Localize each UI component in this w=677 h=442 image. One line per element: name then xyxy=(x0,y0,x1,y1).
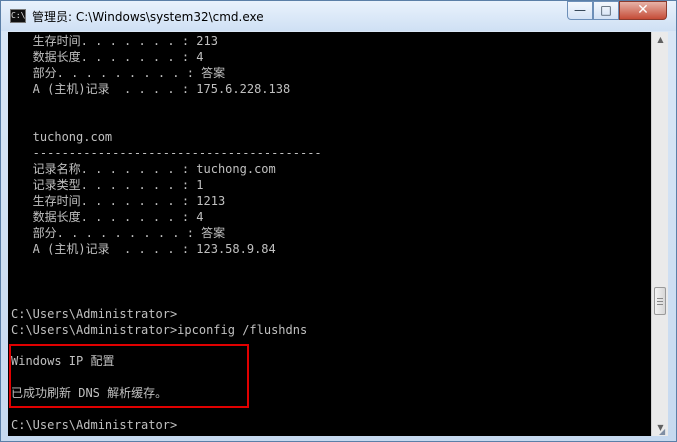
title-bar[interactable]: C:\ 管理员: C:\Windows\system32\cmd.exe — □… xyxy=(1,1,676,31)
close-button[interactable]: ✕ xyxy=(619,1,667,20)
console-line: A (主机)记录 . . . . : 175.6.228.138 xyxy=(11,82,291,96)
resize-grip-icon[interactable]: ◢ xyxy=(659,427,669,437)
console-line: 生存时间. . . . . . . : 213 xyxy=(11,34,218,48)
highlight-box xyxy=(9,344,249,408)
scrollbar-thumb[interactable] xyxy=(654,287,666,315)
grip-line xyxy=(657,298,663,299)
window-title: 管理员: C:\Windows\system32\cmd.exe xyxy=(32,10,264,24)
console-line: 记录类型. . . . . . . : 1 xyxy=(11,178,204,192)
grip-line xyxy=(657,301,663,302)
minimize-button[interactable]: — xyxy=(567,1,593,20)
console-line: 数据长度. . . . . . . : 4 xyxy=(11,50,204,64)
cmd-window: C:\ 管理员: C:\Windows\system32\cmd.exe — □… xyxy=(0,0,677,442)
console-command-line: C:\Users\Administrator>ipconfig /flushdn… xyxy=(11,323,308,337)
maximize-button[interactable]: □ xyxy=(593,1,619,20)
vertical-scrollbar[interactable]: ▲ ▼ xyxy=(651,32,668,436)
arrow-up-icon[interactable]: ▲ xyxy=(653,32,668,48)
console-line: 生存时间. . . . . . . : 1213 xyxy=(11,194,226,208)
console-line: 记录名称. . . . . . . : tuchong.com xyxy=(11,162,276,176)
console-line: 部分. . . . . . . . . : 答案 xyxy=(11,226,226,240)
console-prompt-line: C:\Users\Administrator> xyxy=(11,418,178,432)
grip-line xyxy=(657,304,663,305)
console-prompt-line: C:\Users\Administrator> xyxy=(11,307,178,321)
console-line: tuchong.com xyxy=(11,130,113,144)
cmd-icon[interactable]: C:\ xyxy=(10,9,26,23)
console-line: ---------------------------------------- xyxy=(11,146,322,160)
console-line: 部分. . . . . . . . . : 答案 xyxy=(11,66,226,80)
console-line: A (主机)记录 . . . . : 123.58.9.84 xyxy=(11,242,276,256)
console-line: 数据长度. . . . . . . : 4 xyxy=(11,210,204,224)
